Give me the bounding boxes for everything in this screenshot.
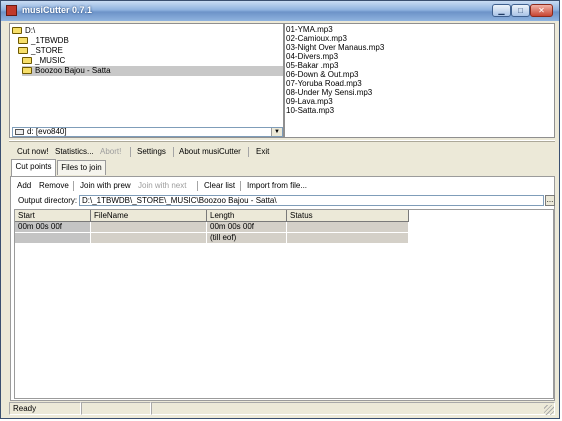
cut-points-panel: Add Remove Join with prew Join with next… (10, 176, 555, 401)
drive-label: d: [evo840] (27, 127, 67, 136)
list-item[interactable]: 05-Bakar .mp3 (286, 61, 338, 70)
close-button[interactable]: ✕ (530, 4, 553, 17)
status-panel (151, 402, 555, 415)
minimize-button[interactable]: ▁ (492, 4, 511, 17)
folder-open-icon (22, 67, 32, 74)
list-item[interactable]: 07-Yoruba Road.mp3 (286, 79, 362, 88)
table-cell[interactable]: 00m 00s 00f (207, 222, 287, 233)
table-cell[interactable]: (till eof) (207, 233, 287, 244)
toolbar-separator (130, 147, 131, 157)
browse-button[interactable]: ... (545, 195, 555, 206)
list-item[interactable]: 10-Satta.mp3 (286, 106, 334, 115)
folder-open-icon (18, 37, 28, 44)
toolbar-separator (248, 147, 249, 157)
list-item[interactable]: 02-Camioux.mp3 (286, 34, 347, 43)
table-cell[interactable] (91, 233, 207, 244)
toolbar-separator (240, 181, 241, 191)
table-cell[interactable] (91, 222, 207, 233)
maximize-button[interactable]: □ (511, 4, 530, 17)
list-item[interactable]: 01-YMA.mp3 (286, 25, 333, 34)
table-cell[interactable] (15, 233, 91, 244)
folder-tree[interactable]: D:\ _1TBWDB _STORE _MUSIC Boozoo Bajou -… (9, 23, 284, 138)
table-cell[interactable]: 00m 00s 00f (15, 222, 91, 233)
tree-item-boozoo-bajou-satta[interactable]: Boozoo Bajou - Satta (22, 66, 283, 76)
list-item[interactable]: 08-Under My Sensi.mp3 (286, 88, 372, 97)
drive-select[interactable]: d: [evo840] ▼ (12, 127, 283, 137)
table-cell[interactable] (287, 233, 409, 244)
tab-cut-points[interactable]: Cut points (11, 159, 56, 176)
about-button[interactable]: About musiCutter (179, 147, 241, 156)
list-item[interactable]: 09-Lava.mp3 (286, 97, 333, 106)
output-directory-input[interactable]: D:\_1TBWDB\_STORE\_MUSIC\Boozoo Bajou - … (79, 195, 544, 206)
remove-button[interactable]: Remove (39, 181, 69, 190)
tree-item-label: _STORE (31, 46, 63, 55)
join-prev-button[interactable]: Join with prew (80, 181, 131, 190)
toolbar-separator (197, 181, 198, 191)
main-window: musiCutter 0.7.1 ▁ □ ✕ D:\ _1TBWDB _STOR… (0, 0, 560, 419)
tree-item-1tbwdb[interactable]: _1TBWDB (18, 36, 118, 46)
tree-item-label: _MUSIC (35, 56, 66, 65)
tree-item-label: _1TBWDB (31, 36, 69, 45)
tree-item-drive[interactable]: D:\ (12, 26, 112, 36)
status-text: Ready (9, 402, 81, 415)
splitter[interactable] (9, 140, 555, 142)
output-directory-label: Output directory: (18, 196, 78, 205)
list-item[interactable]: 06-Down & Out.mp3 (286, 70, 358, 79)
toolbar-separator (73, 181, 74, 191)
cut-points-table[interactable]: Start FileName Length Status 00m 00s 00f… (14, 209, 554, 399)
tree-item-label: Boozoo Bajou - Satta (35, 66, 111, 75)
exit-button[interactable]: Exit (256, 147, 269, 156)
table-cell[interactable] (287, 222, 409, 233)
main-toolbar: Cut now! Statistics... Abort! Settings A… (11, 144, 555, 158)
join-next-button[interactable]: Join with next (138, 181, 186, 190)
add-button[interactable]: Add (17, 181, 31, 190)
settings-button[interactable]: Settings (137, 147, 166, 156)
list-item[interactable]: 04-Divers.mp3 (286, 52, 338, 61)
file-list[interactable]: 01-YMA.mp3 02-Camioux.mp3 03-Night Over … (284, 23, 555, 138)
toolbar-separator (173, 147, 174, 157)
tab-files-to-join[interactable]: Files to join (57, 160, 106, 175)
cut-now-button[interactable]: Cut now! (17, 147, 49, 156)
folder-open-icon (22, 57, 32, 64)
tree-item-music[interactable]: _MUSIC (22, 56, 122, 66)
drive-icon (15, 129, 24, 135)
chevron-down-icon[interactable]: ▼ (271, 128, 282, 136)
tree-item-store[interactable]: _STORE (18, 46, 118, 56)
column-header-status[interactable]: Status (287, 210, 409, 222)
column-header-start[interactable]: Start (15, 210, 91, 222)
title-bar[interactable]: musiCutter 0.7.1 ▁ □ ✕ (1, 1, 559, 21)
statistics-button[interactable]: Statistics... (55, 147, 94, 156)
window-title: musiCutter 0.7.1 (22, 5, 93, 15)
clear-list-button[interactable]: Clear list (204, 181, 235, 190)
status-bar: Ready (9, 402, 555, 416)
import-button[interactable]: Import from file... (247, 181, 307, 190)
status-panel (81, 402, 151, 415)
abort-button[interactable]: Abort! (100, 147, 121, 156)
resize-grip-icon[interactable] (544, 405, 554, 415)
list-item[interactable]: 03-Night Over Manaus.mp3 (286, 43, 384, 52)
folder-open-icon (18, 47, 28, 54)
folder-open-icon (12, 27, 22, 34)
column-header-filename[interactable]: FileName (91, 210, 207, 222)
tree-item-label: D:\ (25, 26, 36, 35)
app-icon (6, 5, 17, 16)
column-header-length[interactable]: Length (207, 210, 287, 222)
